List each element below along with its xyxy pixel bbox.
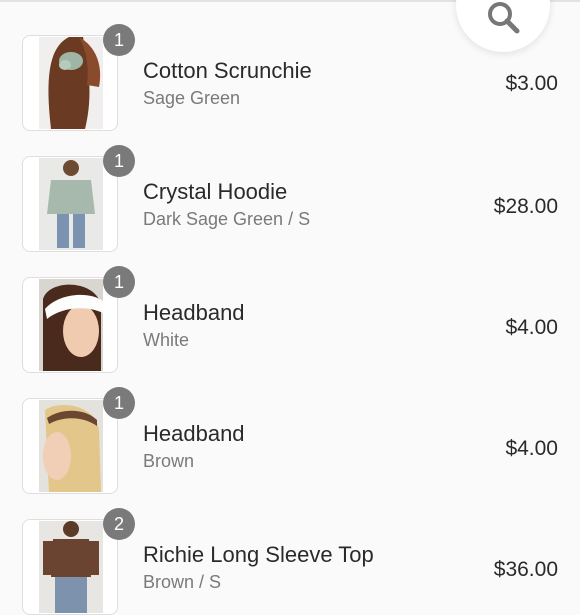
product-variant: Dark Sage Green / S bbox=[143, 209, 311, 229]
product-variant: White bbox=[143, 330, 190, 350]
cart-item[interactable]: 1 Headband White $4.00 bbox=[0, 242, 580, 373]
cart-item[interactable]: 1 Headband Brown $4.00 bbox=[0, 363, 580, 494]
product-variant: Sage Green bbox=[143, 88, 241, 108]
product-name[interactable]: Headband bbox=[143, 421, 245, 447]
product-image-scrunchie bbox=[39, 37, 103, 129]
product-price: $36.00 bbox=[493, 558, 558, 581]
product-name[interactable]: Crystal Hoodie bbox=[143, 179, 287, 205]
product-image-long-sleeve-top bbox=[39, 521, 103, 613]
product-thumbnail[interactable] bbox=[22, 519, 118, 615]
product-name[interactable]: Cotton Scrunchie bbox=[143, 58, 312, 84]
product-thumbnail[interactable] bbox=[22, 277, 118, 373]
product-price: $3.00 bbox=[505, 72, 558, 95]
product-variant: Brown bbox=[143, 451, 195, 471]
quantity-badge: 2 bbox=[103, 508, 135, 540]
quantity-badge: 1 bbox=[103, 145, 135, 177]
product-image-headband-brown bbox=[39, 400, 103, 492]
product-thumbnail[interactable] bbox=[22, 35, 118, 131]
product-variant: Brown / S bbox=[143, 572, 222, 592]
quantity-badge: 1 bbox=[103, 266, 135, 298]
product-name[interactable]: Headband bbox=[143, 300, 245, 326]
quantity-badge: 1 bbox=[103, 387, 135, 419]
cart-item[interactable]: 1 Crystal Hoodie Dark Sage Green / S $28… bbox=[0, 121, 580, 252]
product-price: $4.00 bbox=[505, 437, 558, 460]
product-image-headband-white bbox=[39, 279, 103, 371]
product-price: $28.00 bbox=[493, 195, 558, 218]
product-image-hoodie bbox=[39, 158, 103, 250]
product-name[interactable]: Richie Long Sleeve Top bbox=[143, 542, 374, 568]
product-thumbnail[interactable] bbox=[22, 156, 118, 252]
cart-item[interactable]: 1 Cotton Scrunchie Sage Green $3.00 bbox=[0, 0, 580, 131]
product-price: $4.00 bbox=[505, 316, 558, 339]
cart-item[interactable]: 2 Richie Long Sleeve Top Brown / S $36.0… bbox=[0, 484, 580, 615]
quantity-badge: 1 bbox=[103, 24, 135, 56]
product-thumbnail[interactable] bbox=[22, 398, 118, 494]
